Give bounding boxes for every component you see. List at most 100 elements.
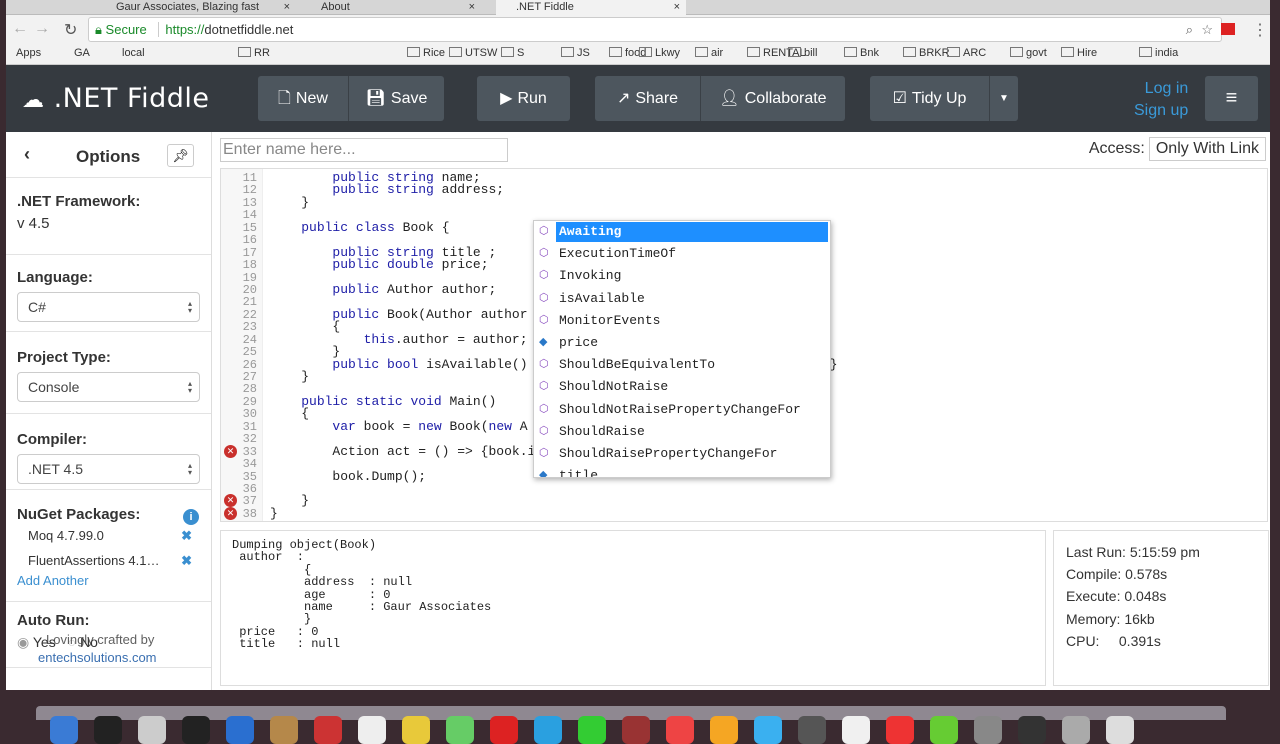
bookmark-apps[interactable]: Apps: [16, 47, 41, 59]
run-button[interactable]: ▶ Run: [477, 76, 570, 121]
error-icon[interactable]: ✕: [224, 444, 237, 458]
autocomplete-item[interactable]: ⬡ MonitorEvents: [534, 311, 830, 331]
extension-icon[interactable]: [1221, 23, 1235, 35]
bookmark-india[interactable]: india: [1139, 47, 1178, 59]
bookmark-bnk[interactable]: Bnk: [844, 47, 879, 59]
entech-link[interactable]: entechsolutions.com: [38, 650, 157, 665]
dock-app-icon[interactable]: [930, 716, 958, 744]
save-button[interactable]: 💾︎ Save: [348, 76, 444, 121]
tab-dotnetfiddle[interactable]: .NET Fiddle ×: [496, 0, 686, 15]
dock-app-icon[interactable]: [358, 716, 386, 744]
close-icon[interactable]: ×: [674, 0, 680, 14]
share-button[interactable]: ↗ Share: [595, 76, 700, 121]
bookmark-hire[interactable]: Hire: [1061, 47, 1097, 59]
tidy-dropdown-button[interactable]: ▼: [989, 76, 1018, 121]
autocomplete-item[interactable]: ◆ price: [534, 333, 830, 353]
close-icon[interactable]: ×: [284, 0, 290, 14]
dock-app-icon[interactable]: [402, 716, 430, 744]
access-select[interactable]: Only With Link: [1148, 137, 1266, 161]
project-type-select[interactable]: Console: [17, 372, 200, 402]
bookmark-air[interactable]: air: [695, 47, 723, 59]
lock-icon: 🔒︎: [95, 22, 102, 37]
compiler-select[interactable]: .NET 4.5: [17, 454, 200, 484]
zoom-icon[interactable]: ⌕: [1186, 18, 1193, 41]
star-icon[interactable]: ☆: [1201, 18, 1213, 41]
bookmark-local[interactable]: local: [122, 47, 145, 59]
autocomplete-item[interactable]: ⬡ ExecutionTimeOf: [534, 244, 830, 264]
bookmark-arc[interactable]: ARC: [947, 47, 986, 59]
dock-app-icon[interactable]: [94, 716, 122, 744]
dock-app-icon[interactable]: [798, 716, 826, 744]
collapse-icon[interactable]: ‹: [24, 144, 30, 165]
remove-icon[interactable]: ✖: [181, 523, 192, 548]
error-icon[interactable]: ✕: [224, 506, 237, 520]
bookmark-lkwy[interactable]: Lkwy: [639, 47, 680, 59]
autocomplete-item[interactable]: ⬡ ShouldRaise: [534, 422, 830, 442]
dock-app-icon[interactable]: [138, 716, 166, 744]
dock-app-icon[interactable]: [710, 716, 738, 744]
dock-app-icon[interactable]: [534, 716, 562, 744]
bookmark-govt[interactable]: govt: [1010, 47, 1047, 59]
bookmark-rr[interactable]: RR: [238, 47, 270, 59]
new-button[interactable]: 🗋︎ New: [258, 76, 348, 121]
forward-icon[interactable]: →: [34, 20, 50, 38]
dock-app-icon[interactable]: [314, 716, 342, 744]
dock-app-icon[interactable]: [1106, 716, 1134, 744]
pin-icon: 📌︎: [172, 148, 189, 163]
dock-app-icon[interactable]: [974, 716, 1002, 744]
signup-link[interactable]: Sign up: [1134, 100, 1188, 122]
bookmark-bill[interactable]: bill: [788, 47, 817, 59]
dock-app-icon[interactable]: [50, 716, 78, 744]
autocomplete-item[interactable]: ⬡ ShouldRaisePropertyChangeFor: [534, 444, 830, 464]
bookmarks-bar: Apps GA local RR Rice UTSW S JS food Lkwy air RENTA…: [6, 43, 1270, 65]
dock-app-icon[interactable]: [1062, 716, 1090, 744]
tab-about[interactable]: About ×: [301, 0, 481, 15]
dock-app-icon[interactable]: [1018, 716, 1046, 744]
autocomplete-item[interactable]: ⬡ Awaiting: [534, 222, 830, 242]
dock-app-icon[interactable]: [226, 716, 254, 744]
bookmark-ga[interactable]: GA: [74, 47, 90, 59]
bookmark-brkr[interactable]: BRKR: [903, 47, 950, 59]
dock-app-icon[interactable]: [270, 716, 298, 744]
collaborate-button[interactable]: 👤︎ Collaborate: [700, 76, 845, 121]
reload-icon[interactable]: ↻: [64, 20, 77, 40]
dock-app-icon[interactable]: [622, 716, 650, 744]
code-editor[interactable]: 11 public string name; 12 public string a…: [220, 168, 1268, 522]
dock-app-icon[interactable]: [842, 716, 870, 744]
autocomplete-item[interactable]: ⬡ ShouldNotRaise: [534, 377, 830, 397]
bookmark-rice[interactable]: Rice: [407, 47, 445, 59]
tab-gaur[interactable]: Gaur Associates, Blazing fast ×: [96, 0, 296, 15]
dock-app-icon[interactable]: [182, 716, 210, 744]
bookmark-s[interactable]: S: [501, 47, 524, 59]
dock-app-icon[interactable]: [490, 716, 518, 744]
menu-button[interactable]: ≡: [1205, 76, 1258, 121]
url-input[interactable]: 🔒︎ Secure https://dotnetfiddle.net ⌕ ☆: [88, 17, 1222, 42]
code-line: }: [270, 194, 310, 210]
tidy-up-button[interactable]: ☑ Tidy Up: [870, 76, 989, 121]
dock-app-icon[interactable]: [446, 716, 474, 744]
autocomplete-item[interactable]: ⬡ isAvailable: [534, 289, 830, 309]
add-package-link[interactable]: Add Another: [17, 573, 200, 588]
language-label: Language:: [17, 269, 93, 286]
dock-app-icon[interactable]: [886, 716, 914, 744]
fiddle-name-input[interactable]: Enter name here...: [220, 138, 508, 162]
bookmark-utsw[interactable]: UTSW: [449, 47, 497, 59]
radio-yes[interactable]: ◉: [17, 634, 29, 650]
autocomplete-item[interactable]: ⬡ ShouldBeEquivalentTo: [534, 355, 830, 375]
pin-button[interactable]: 📌︎: [167, 144, 194, 167]
dock-app-icon[interactable]: [754, 716, 782, 744]
autocomplete-item[interactable]: ◆ title: [534, 466, 830, 477]
remove-icon[interactable]: ✖: [181, 548, 192, 573]
autocomplete-item[interactable]: ⬡ Invoking: [534, 266, 830, 286]
extension-method-icon: ⬡: [539, 226, 549, 238]
dock-app-icon[interactable]: [578, 716, 606, 744]
language-select[interactable]: C#: [17, 292, 200, 322]
autocomplete-item[interactable]: ⬡ ShouldNotRaisePropertyChangeFor: [534, 400, 830, 420]
close-icon[interactable]: ×: [469, 0, 475, 14]
dock-app-icon[interactable]: [666, 716, 694, 744]
login-link[interactable]: Log in: [1134, 78, 1189, 100]
bookmark-js[interactable]: JS: [561, 47, 590, 59]
menu-dots-icon[interactable]: ⋮: [1252, 20, 1268, 40]
options-sidebar: ‹ Options 📌︎ .NET Framework: v 4.5 Langu…: [6, 132, 212, 690]
back-icon[interactable]: ←: [12, 20, 28, 38]
